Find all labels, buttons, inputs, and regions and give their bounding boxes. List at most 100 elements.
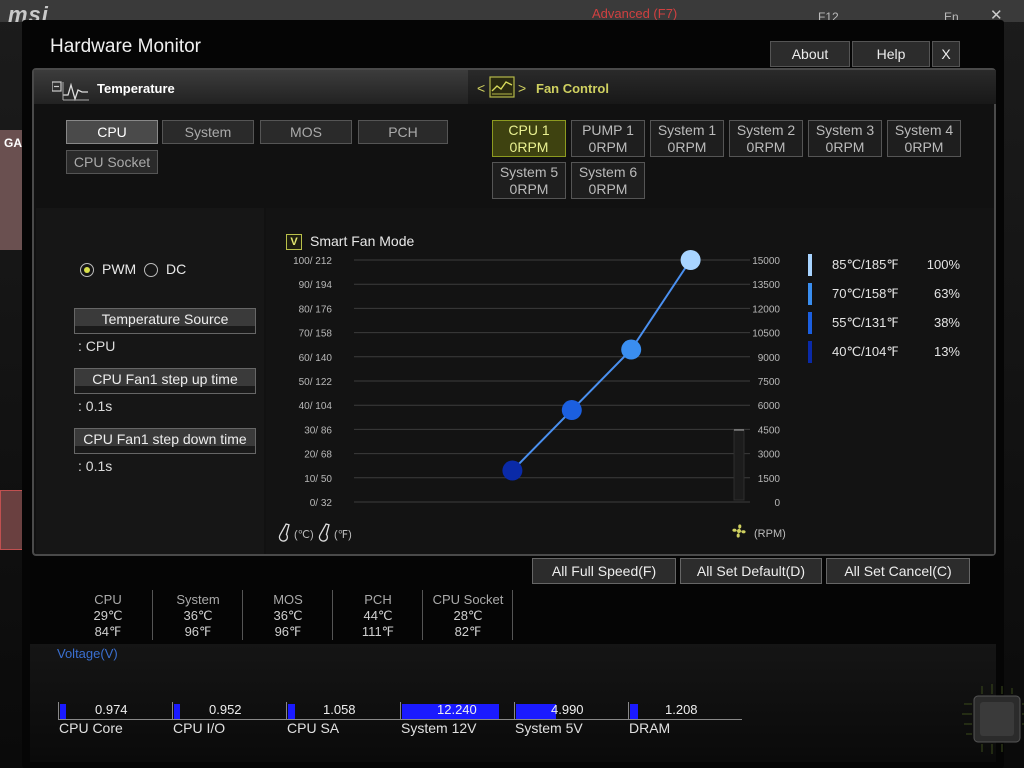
temp-c: 28℃ xyxy=(453,608,483,623)
dc-label: DC xyxy=(166,261,187,277)
step-up-time-button[interactable]: CPU Fan1 step up time xyxy=(74,368,256,394)
fan-next-arrow[interactable]: > xyxy=(518,80,526,96)
fan-curve-segment xyxy=(571,348,632,411)
fan-curve-segment xyxy=(511,409,573,472)
close-button[interactable]: X xyxy=(932,41,960,67)
dc-radio[interactable] xyxy=(144,263,158,277)
voltage-label: CPU Core xyxy=(59,720,123,736)
fan-rpm: 0RPM xyxy=(667,139,707,155)
pwm-label: PWM xyxy=(102,261,137,277)
voltage-title: Voltage(V) xyxy=(57,646,118,661)
temp-source-mos[interactable]: MOS xyxy=(260,120,352,144)
temp-c: 44℃ xyxy=(363,608,393,623)
temp-f: 82℉ xyxy=(454,624,482,639)
step-down-time-value: : 0.1s xyxy=(78,458,113,474)
rpm-tick-label: 3000 xyxy=(758,450,781,461)
voltage-bar: 1.058 xyxy=(286,702,400,720)
voltage-label: System 12V xyxy=(401,720,477,736)
temp-tick-label: 0/ 32 xyxy=(310,498,333,509)
temp-f: 111℉ xyxy=(361,624,395,639)
temp-name: MOS xyxy=(273,592,303,607)
all-full-speed-button[interactable]: All Full Speed(F) xyxy=(532,558,676,584)
legend-swatch xyxy=(808,254,812,276)
voltage-bar: 12.240 xyxy=(400,702,514,720)
celsius-unit: (℃) xyxy=(294,529,314,541)
fan-name: System 5 xyxy=(499,164,559,180)
voltage-value: 12.240 xyxy=(437,702,477,717)
fan-curve-point[interactable] xyxy=(680,250,701,270)
fan-curve-point[interactable] xyxy=(561,400,582,421)
help-button[interactable]: Help xyxy=(852,41,930,67)
temp-source-cpu[interactable]: CPU xyxy=(66,120,158,144)
fahrenheit-unit: (℉) xyxy=(334,529,352,541)
voltage-bar-fill xyxy=(60,704,66,719)
rpm-gauge xyxy=(733,429,745,501)
temp-c: 36℃ xyxy=(273,608,303,623)
temp-tick-label: 10/ 50 xyxy=(304,474,332,485)
temp-c: 29℃ xyxy=(93,608,123,623)
window-title: Hardware Monitor xyxy=(50,36,201,57)
voltage-label: DRAM xyxy=(629,720,671,736)
legend-percent: 63% xyxy=(934,286,960,301)
fan-button-system6[interactable]: System 6 0RPM xyxy=(571,162,645,199)
fan-curve-chart[interactable]: 100/ 212 1500090/ 194 1350080/ 176 1200070/… xyxy=(266,208,994,554)
fan-rpm: 0RPM xyxy=(509,181,549,197)
legend-percent: 13% xyxy=(934,344,960,359)
pwm-radio[interactable] xyxy=(80,263,94,277)
fan-button-pump1[interactable]: PUMP 1 0RPM xyxy=(571,120,645,157)
temp-tick-label: 30/ 86 xyxy=(304,425,332,436)
temp-tick-label: 40/ 104 xyxy=(299,401,333,412)
temp-summary-cpu: CPU 29℃ 84℉ xyxy=(64,592,152,640)
rpm-tick-label: 15000 xyxy=(752,256,780,267)
fan-button-system2[interactable]: System 2 0RPM xyxy=(729,120,803,157)
fahrenheit-thermometer-icon xyxy=(318,523,330,542)
background-side-tab: GA xyxy=(4,136,22,150)
voltage-label: CPU SA xyxy=(287,720,340,736)
voltage-label: CPU I/O xyxy=(173,720,226,736)
fan-button-system5[interactable]: System 5 0RPM xyxy=(492,162,566,199)
temp-source-cpu-socket[interactable]: CPU Socket xyxy=(66,150,158,174)
fan-button-system4[interactable]: System 4 0RPM xyxy=(887,120,961,157)
bios-top-bar xyxy=(0,0,1024,22)
fan-button-system3[interactable]: System 3 0RPM xyxy=(808,120,882,157)
about-button[interactable]: About xyxy=(770,41,850,67)
fan-rpm: 0RPM xyxy=(588,139,628,155)
fan-button-system1[interactable]: System 1 0RPM xyxy=(650,120,724,157)
fan-name: System 3 xyxy=(815,122,875,138)
fan-name: System 2 xyxy=(736,122,796,138)
fan-control-settings: PWM DC Temperature Source : CPU CPU Fan1… xyxy=(36,208,264,554)
temp-source-system[interactable]: System xyxy=(162,120,254,144)
step-down-time-button[interactable]: CPU Fan1 step down time xyxy=(74,428,256,454)
voltage-bar-fill xyxy=(288,704,295,719)
temp-summary-system: System 36℃ 96℉ xyxy=(154,592,242,640)
fan-name: System 6 xyxy=(578,164,638,180)
temp-summary-cpu-socket: CPU Socket 28℃ 82℉ xyxy=(424,592,512,640)
fan-rpm: 0RPM xyxy=(825,139,865,155)
fan-rpm: 0RPM xyxy=(746,139,786,155)
legend-percent: 100% xyxy=(927,257,961,272)
all-set-default-button[interactable]: All Set Default(D) xyxy=(680,558,822,584)
fan-curve-point[interactable] xyxy=(502,460,523,481)
hardware-monitor-window: Hardware Monitor About Help X Temperatur… xyxy=(22,20,1024,768)
fan-control-tab-label[interactable]: Fan Control xyxy=(536,81,609,96)
fan-rpm: 0RPM xyxy=(904,139,944,155)
fan-curve-point[interactable] xyxy=(621,339,642,360)
advanced-mode-label[interactable]: Advanced (F7) xyxy=(592,6,677,21)
temp-source-pch[interactable]: PCH xyxy=(358,120,448,144)
fan-name: System 1 xyxy=(657,122,717,138)
voltage-bar-fill xyxy=(630,704,638,719)
fan-name: System 4 xyxy=(894,122,954,138)
legend-swatch xyxy=(808,341,812,363)
temperature-source-button[interactable]: Temperature Source xyxy=(74,308,256,334)
temperature-tab-icon xyxy=(52,81,89,102)
voltage-bar: 0.974 xyxy=(58,702,172,720)
legend-swatch xyxy=(808,312,812,334)
legend-temp: 40℃/104℉ xyxy=(832,344,899,359)
rpm-tick-label: 9000 xyxy=(758,353,781,364)
temp-f: 84℉ xyxy=(94,624,122,639)
fan-button-cpu1[interactable]: CPU 1 0RPM xyxy=(492,120,566,157)
all-set-cancel-button[interactable]: All Set Cancel(C) xyxy=(826,558,970,584)
temperature-tab-label[interactable]: Temperature xyxy=(97,81,175,96)
bios-screen: msi Advanced (F7) F12 En ✕ GA Hardware M… xyxy=(0,0,1024,768)
fan-prev-arrow[interactable]: < xyxy=(477,80,485,96)
